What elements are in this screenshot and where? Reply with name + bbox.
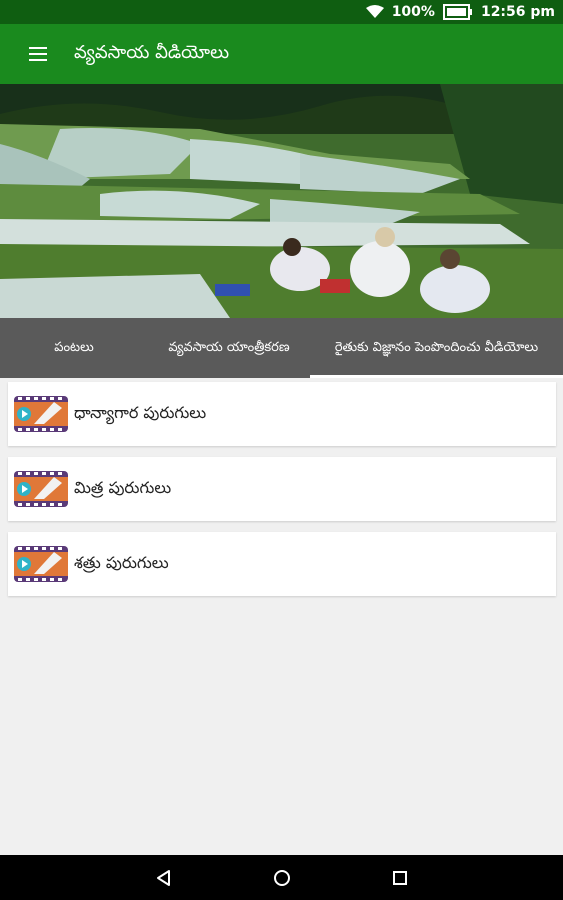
list-item-label: ధాన్యాగార పురుగులు	[74, 402, 207, 422]
tab-label: పంటలు	[54, 340, 94, 355]
app-bar: వ్యవసాయ వీడియోలు	[0, 24, 563, 84]
video-thumbnail-icon	[14, 544, 68, 584]
video-list: ధాన్యాగార పురుగులు మిత్ర పురుగులు శత్రు …	[8, 382, 556, 607]
app-title: వ్యవసాయ వీడియోలు	[74, 41, 230, 63]
video-thumbnail-icon	[14, 394, 68, 434]
system-nav-bar	[0, 855, 563, 900]
battery-percent: 100%	[391, 4, 435, 20]
clock: 12:56 pm	[480, 4, 555, 20]
hero-image	[0, 84, 563, 318]
tab-mechanization[interactable]: వ్యవసాయ యాంత్రీకరణ	[148, 318, 310, 378]
video-thumbnail-icon	[14, 469, 68, 509]
list-item[interactable]: మిత్ర పురుగులు	[8, 457, 556, 521]
list-item-label: శత్రు పురుగులు	[74, 552, 169, 572]
recents-icon[interactable]	[341, 855, 459, 900]
tab-bar: పంటలు వ్యవసాయ యాంత్రీకరణ రైతుకు విజ్ఞానం…	[0, 318, 563, 378]
tab-farmer-knowledge-videos[interactable]: రైతుకు విజ్ఞానం పెంపొందించు వీడియోలు	[310, 318, 563, 378]
list-item[interactable]: ధాన్యాగార పురుగులు	[8, 382, 556, 446]
tab-label: వ్యవసాయ యాంత్రీకరణ	[168, 340, 290, 355]
status-bar: 100% 12:56 pm	[0, 0, 563, 24]
home-icon[interactable]	[223, 855, 341, 900]
tab-crops[interactable]: పంటలు	[0, 318, 148, 378]
hamburger-menu-icon[interactable]	[22, 38, 54, 70]
back-icon[interactable]	[105, 855, 223, 900]
list-item-label: మిత్ర పురుగులు	[74, 477, 172, 497]
wifi-icon	[365, 5, 384, 19]
battery-icon	[442, 4, 473, 20]
tab-label: రైతుకు విజ్ఞానం పెంపొందించు వీడియోలు	[334, 340, 539, 355]
list-item[interactable]: శత్రు పురుగులు	[8, 532, 556, 596]
